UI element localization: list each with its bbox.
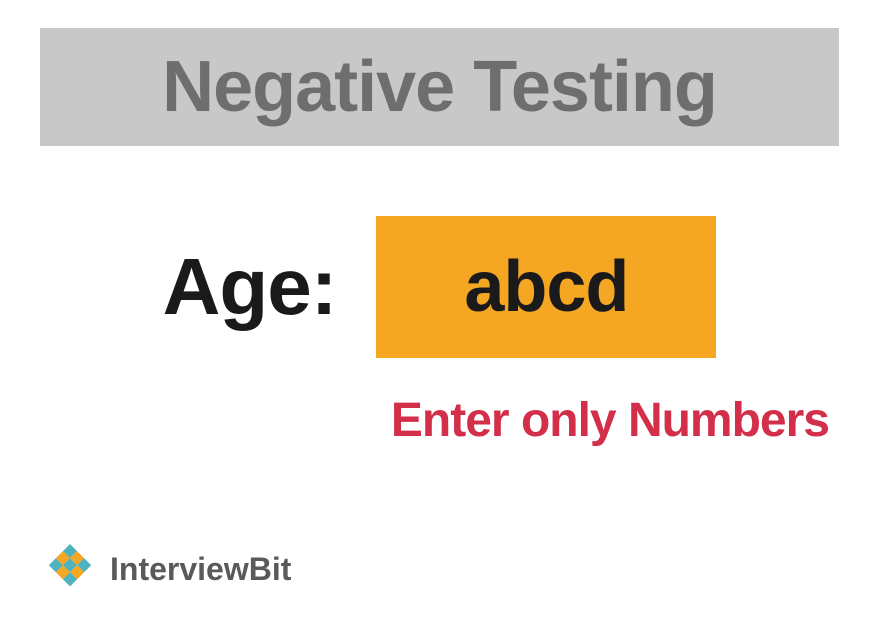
page-title: Negative Testing — [40, 46, 839, 128]
interviewbit-icon — [40, 539, 100, 599]
age-label: Age: — [163, 241, 337, 333]
error-message: Enter only Numbers — [0, 393, 829, 448]
age-input[interactable]: abcd — [376, 216, 716, 358]
title-banner: Negative Testing — [40, 28, 839, 146]
brand-name: InterviewBit — [110, 551, 291, 588]
brand-name-part2: Bit — [249, 551, 292, 587]
form-row: Age: abcd — [0, 216, 879, 358]
brand-logo: InterviewBit — [40, 539, 291, 599]
brand-name-part1: Interview — [110, 551, 249, 587]
